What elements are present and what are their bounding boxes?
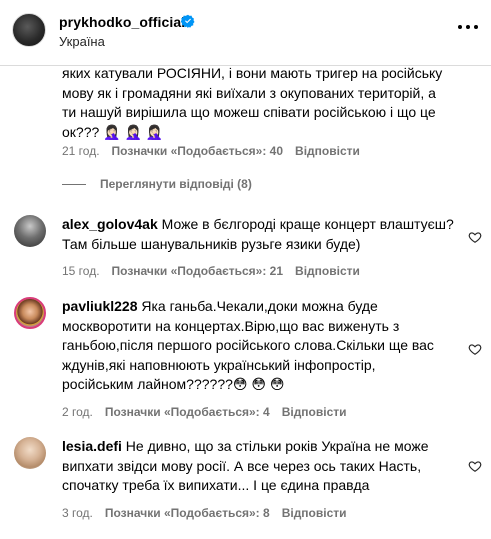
verified-badge-icon <box>181 14 195 28</box>
comment-time[interactable]: 21 год. <box>62 144 100 158</box>
comment-time[interactable]: 3 год. <box>62 506 93 520</box>
comment-text-line: Не дивно, що за стільки років Україна не… <box>121 438 429 454</box>
like-heart-icon[interactable] <box>468 230 482 244</box>
comment-time[interactable]: 15 год. <box>62 264 100 278</box>
comment-text-line: мову як і громадяни які виїхали з окупов… <box>62 84 436 101</box>
post-author-username[interactable]: prykhodko_official <box>59 14 185 30</box>
comment-text-line: ок??? 🤦🏻‍♀️ 🤦🏻‍♀️ 🤦🏻‍♀️ <box>62 123 164 140</box>
reply-button[interactable]: Відповісти <box>282 506 347 520</box>
comment-likes-count[interactable]: Позначки «Подобається»: 8 <box>105 506 270 520</box>
comment-text-line: Яка ганьба.Чекали,доки можна буде <box>137 298 378 314</box>
comment-text-line: спочатку треба їх випихати... І це єдина… <box>62 477 370 493</box>
more-options-icon[interactable] <box>458 17 478 37</box>
commenter-avatar[interactable] <box>14 297 46 329</box>
comment-meta: 3 год. Позначки «Подобається»: 8 Відпові… <box>62 506 457 520</box>
commenter-username[interactable]: pavliukl228 <box>62 298 138 314</box>
like-heart-icon[interactable] <box>468 459 482 473</box>
comment-text-line: ждунів,які наповнюють український інфопр… <box>62 356 376 373</box>
comment-text-line: російським лайном??????😳 😳 😳 <box>62 376 285 392</box>
comment-text-line: Може в бєлгороді краще концерт влаштуєш? <box>157 216 454 232</box>
comment-text-line: яких катували РОСІЯНИ, і вони мають триг… <box>62 66 443 81</box>
comment-text: lesia.defi Не дивно, що за стільки років… <box>62 437 457 496</box>
comment-likes-count[interactable]: Позначки «Подобається»: 40 <box>112 144 283 158</box>
divider-line <box>62 183 86 185</box>
comment-body: pavliukl228 Яка ганьба.Чекали,доки можна… <box>62 297 457 419</box>
comment-time[interactable]: 2 год. <box>62 405 93 419</box>
comment-text: яких катували РОСІЯНИ, і вони мають триг… <box>62 66 472 142</box>
commenter-avatar[interactable] <box>14 215 46 247</box>
reply-button[interactable]: Відповісти <box>282 405 347 419</box>
comment-text-line: ганьбою,після першого російського слова.… <box>62 337 434 353</box>
like-heart-icon[interactable] <box>468 342 482 356</box>
comment-text-line: москворотити на концертах.Вірю,що вас ви… <box>62 317 400 334</box>
comment-text: alex_golov4ak Може в бєлгороді краще кон… <box>62 215 457 254</box>
view-replies-button[interactable]: Переглянути відповіді (8) <box>62 177 252 191</box>
comment-body: lesia.defi Не дивно, що за стільки років… <box>62 437 457 520</box>
post-header: prykhodko_official Україна <box>0 0 491 66</box>
comment-text-line: ти нашуй вирішила що можеш співати росій… <box>62 104 436 120</box>
commenter-username[interactable]: lesia.defi <box>62 438 122 454</box>
comment-meta: 21 год. Позначки «Подобається»: 40 Відпо… <box>62 144 360 158</box>
comment-text-line: випхати звідси мову росії. А все через о… <box>62 457 422 474</box>
comment-likes-count[interactable]: Позначки «Подобається»: 4 <box>105 405 270 419</box>
reply-button[interactable]: Відповісти <box>295 264 360 278</box>
comments-list[interactable]: яких катували РОСІЯНИ, і вони мають триг… <box>0 66 491 539</box>
comment-meta: 2 год. Позначки «Подобається»: 4 Відпові… <box>62 405 457 419</box>
view-replies-label: Переглянути відповіді (8) <box>100 177 252 191</box>
reply-button[interactable]: Відповісти <box>295 144 360 158</box>
post-location[interactable]: Україна <box>59 34 105 49</box>
comment-likes-count[interactable]: Позначки «Подобається»: 21 <box>112 264 283 278</box>
comment-text-line: Там більше шанувальників рузьге язики бу… <box>62 235 361 252</box>
comment-body: alex_golov4ak Може в бєлгороді краще кон… <box>62 215 457 278</box>
comment-meta: 15 год. Позначки «Подобається»: 21 Відпо… <box>62 264 457 278</box>
profile-avatar[interactable] <box>12 13 46 47</box>
commenter-avatar[interactable] <box>14 437 46 469</box>
comment-text: pavliukl228 Яка ганьба.Чекали,доки можна… <box>62 297 457 395</box>
commenter-username[interactable]: alex_golov4ak <box>62 216 158 232</box>
